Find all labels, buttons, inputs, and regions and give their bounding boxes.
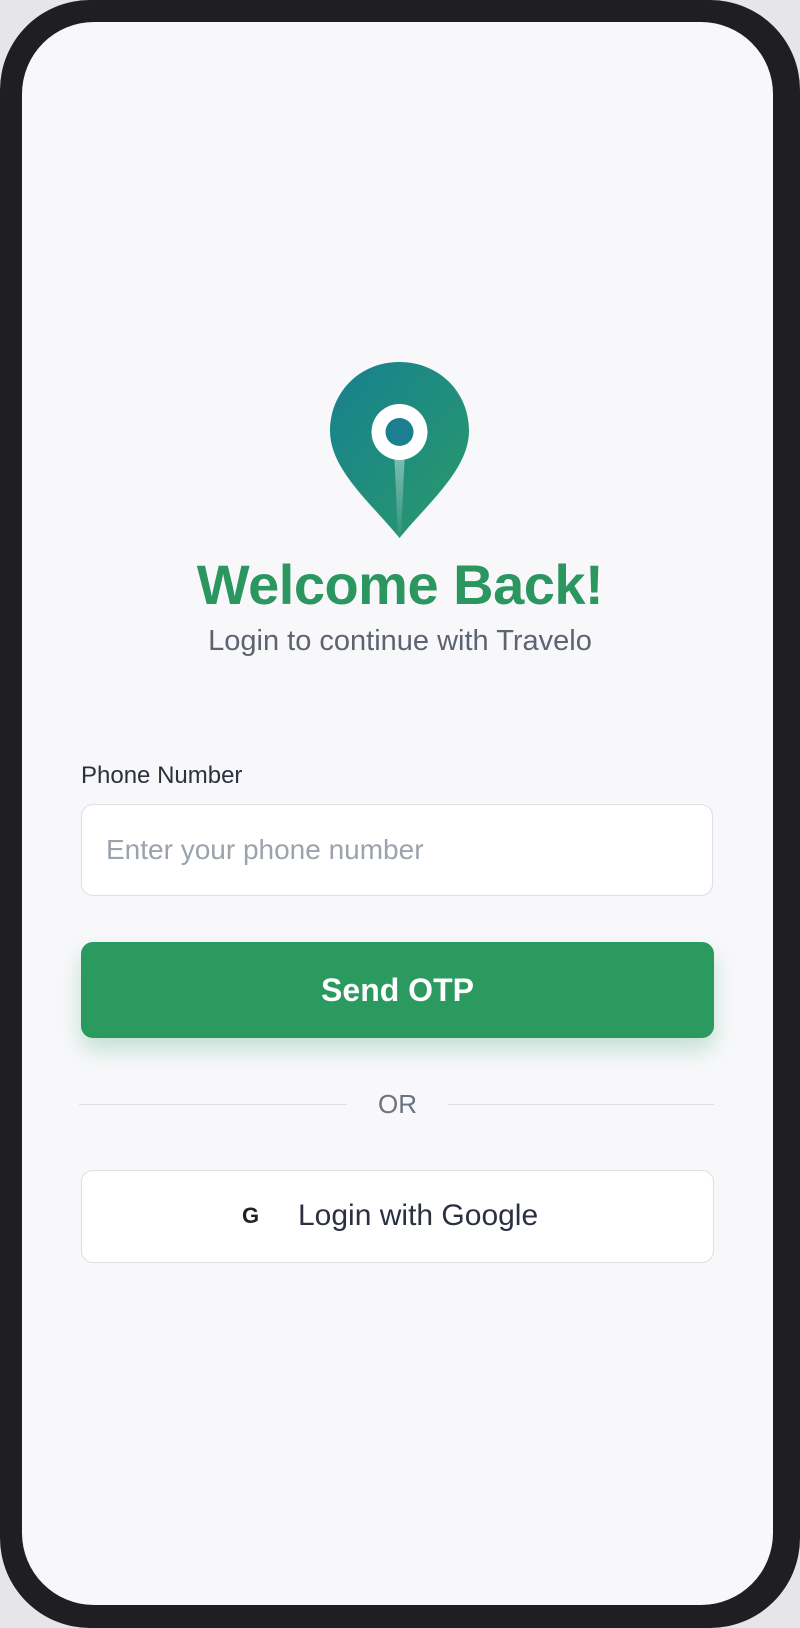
send-otp-button[interactable]: Send OTP (81, 942, 714, 1038)
divider-line-left (79, 1104, 347, 1105)
page-title: Welcome Back! (196, 553, 604, 616)
page-subtitle: Login to continue with Travelo (208, 625, 592, 657)
phone-number-input[interactable] (81, 804, 713, 896)
google-button-label: Login with Google (298, 1199, 539, 1232)
google-icon: G (242, 1203, 260, 1228)
divider-line-right (448, 1104, 714, 1105)
login-with-google-button[interactable]: G Login with Google (81, 1170, 714, 1263)
or-divider-text: OR (378, 1089, 417, 1119)
map-pin-icon (330, 362, 469, 538)
phone-number-label: Phone Number (81, 762, 243, 789)
